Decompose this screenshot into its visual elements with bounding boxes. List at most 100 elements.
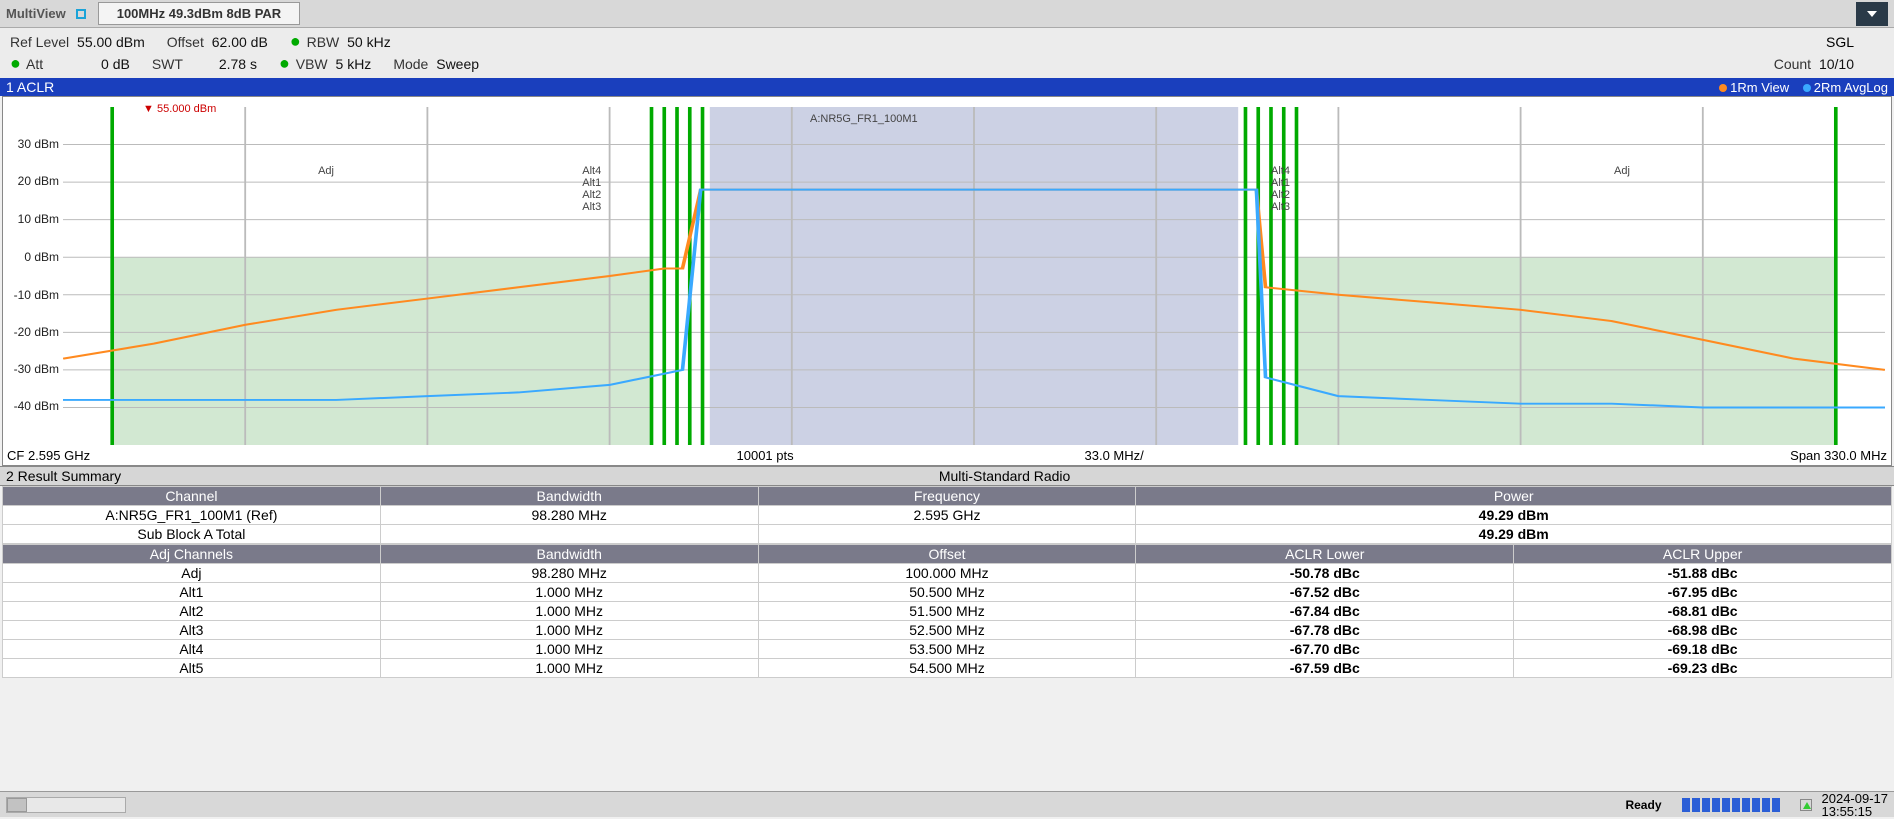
- col-header: ACLR Upper: [1514, 545, 1892, 564]
- table-cell: [380, 525, 758, 544]
- table-cell: -67.59 dBc: [1136, 659, 1514, 678]
- table-cell: [758, 525, 1136, 544]
- table-cell: 54.500 MHz: [758, 659, 1136, 678]
- table-row: Alt31.000 MHz52.500 MHz-67.78 dBc-68.98 …: [3, 621, 1892, 640]
- col-header: Offset: [758, 545, 1136, 564]
- adj-left-label: Adj: [318, 165, 334, 177]
- col-header: Frequency: [758, 487, 1136, 506]
- table-cell: 50.500 MHz: [758, 583, 1136, 602]
- menu-dropdown-button[interactable]: [1856, 2, 1888, 26]
- table-cell: 1.000 MHz: [380, 659, 758, 678]
- tab-main[interactable]: 100MHz 49.3dBm 8dB PAR: [98, 2, 300, 25]
- table-cell: 1.000 MHz: [380, 602, 758, 621]
- table-cell: 1.000 MHz: [380, 640, 758, 659]
- title-bar: MultiView 100MHz 49.3dBm 8dB PAR: [0, 0, 1894, 28]
- plot-canvas: ▼ 55.000 dBm A:NR5G_FR1_100M1 Adj Adj Al…: [63, 107, 1885, 445]
- table-cell: Adj: [3, 564, 381, 583]
- table-cell: Alt5: [3, 659, 381, 678]
- date-value: 2024-09-17: [1822, 792, 1889, 805]
- table-cell: Alt2: [3, 602, 381, 621]
- mode-value: Sweep: [436, 56, 479, 72]
- res-label: 33.0 MHz/: [1085, 448, 1144, 463]
- offset-label: Offset: [167, 34, 204, 50]
- table-cell: A:NR5G_FR1_100M1 (Ref): [3, 506, 381, 525]
- trace1-dot-icon: [1719, 84, 1727, 92]
- col-header: Power: [1136, 487, 1892, 506]
- y-tick: 10 dBm: [18, 212, 59, 226]
- table-cell: Alt1: [3, 583, 381, 602]
- table-cell: 49.29 dBm: [1136, 506, 1892, 525]
- parameter-panel: Ref Level 55.00 dBm Offset 62.00 dB ● RB…: [0, 28, 1894, 78]
- table-row: Alt11.000 MHz50.500 MHz-67.52 dBc-67.95 …: [3, 583, 1892, 602]
- rbw-value: 50 kHz: [347, 34, 391, 50]
- y-tick: 30 dBm: [18, 137, 59, 151]
- table-cell: 98.280 MHz: [380, 564, 758, 583]
- table-cell: 98.280 MHz: [380, 506, 758, 525]
- cf-label: CF 2.595 GHz: [7, 448, 90, 463]
- result-subtitle: Multi-Standard Radio: [121, 468, 1888, 484]
- table-cell: -67.84 dBc: [1136, 602, 1514, 621]
- chart-x-labels: CF 2.595 GHz 10001 pts 33.0 MHz/ Span 33…: [7, 448, 1887, 463]
- table-row: Alt21.000 MHz51.500 MHz-67.84 dBc-68.81 …: [3, 602, 1892, 621]
- status-dot-icon: ●: [279, 53, 290, 73]
- y-tick: -10 dBm: [14, 288, 59, 302]
- vbw-value: 5 kHz: [336, 56, 372, 72]
- ref-level-label: Ref Level: [10, 34, 69, 50]
- table-cell: 2.595 GHz: [758, 506, 1136, 525]
- y-tick: 20 dBm: [18, 174, 59, 188]
- horizontal-scrollbar[interactable]: [6, 797, 126, 813]
- table-cell: -68.98 dBc: [1514, 621, 1892, 640]
- mode-label: Mode: [393, 56, 428, 72]
- table-cell: -69.23 dBc: [1514, 659, 1892, 678]
- channel-table: ChannelBandwidthFrequencyPower A:NR5G_FR…: [2, 486, 1892, 544]
- adj-right-label: Adj: [1614, 165, 1630, 177]
- trace2-label: 2Rm AvgLog: [1814, 80, 1888, 95]
- table-cell: -67.95 dBc: [1514, 583, 1892, 602]
- table-row: Sub Block A Total49.29 dBm: [3, 525, 1892, 544]
- vbw-label: VBW: [296, 56, 328, 72]
- table-row: Adj98.280 MHz100.000 MHz-50.78 dBc-51.88…: [3, 564, 1892, 583]
- table-cell: 1.000 MHz: [380, 583, 758, 602]
- table-cell: 52.500 MHz: [758, 621, 1136, 640]
- chart-title: 1 ACLR: [6, 79, 54, 95]
- swt-label: SWT: [152, 56, 183, 72]
- table-cell: -68.81 dBc: [1514, 602, 1892, 621]
- trace-legend: 1Rm View 2Rm AvgLog: [1709, 80, 1888, 95]
- table-row: Alt41.000 MHz53.500 MHz-67.70 dBc-69.18 …: [3, 640, 1892, 659]
- trace2-dot-icon: [1803, 84, 1811, 92]
- table-cell: 49.29 dBm: [1136, 525, 1892, 544]
- y-tick: -20 dBm: [14, 325, 59, 339]
- chart-title-bar: 1 ACLR 1Rm View 2Rm AvgLog: [0, 78, 1894, 96]
- table-row: A:NR5G_FR1_100M1 (Ref)98.280 MHz2.595 GH…: [3, 506, 1892, 525]
- chevron-down-icon: [1867, 11, 1877, 17]
- datetime: 2024-09-17 13:55:15: [1822, 792, 1889, 818]
- col-header: Channel: [3, 487, 381, 506]
- table-cell: 51.500 MHz: [758, 602, 1136, 621]
- att-value: 0 dB: [101, 56, 130, 72]
- alt-labels-left: Alt4Alt1Alt2Alt3: [582, 165, 601, 213]
- progress-indicator: [1682, 798, 1780, 812]
- result-title: 2 Result Summary: [6, 468, 121, 484]
- channel-band-label: A:NR5G_FR1_100M1: [810, 113, 918, 125]
- ref-marker: ▼ 55.000 dBm: [143, 103, 216, 115]
- count-label: Count: [1774, 56, 1811, 72]
- plot-svg: [63, 107, 1885, 445]
- table-cell: 1.000 MHz: [380, 621, 758, 640]
- ref-level-value: 55.00 dBm: [77, 34, 145, 50]
- table-cell: -51.88 dBc: [1514, 564, 1892, 583]
- table-row: Alt51.000 MHz54.500 MHz-67.59 dBc-69.23 …: [3, 659, 1892, 678]
- table-cell: -50.78 dBc: [1136, 564, 1514, 583]
- sgl-indicator: SGL: [1826, 34, 1854, 50]
- table-cell: Alt4: [3, 640, 381, 659]
- alt-labels-right: Alt4Alt1Alt2Alt3: [1271, 165, 1290, 213]
- table-cell: 100.000 MHz: [758, 564, 1136, 583]
- status-dot-icon: ●: [290, 31, 301, 51]
- y-tick: 0 dBm: [24, 250, 59, 264]
- rbw-label: RBW: [307, 34, 340, 50]
- y-tick: -30 dBm: [14, 362, 59, 376]
- offset-value: 62.00 dB: [212, 34, 268, 50]
- table-cell: -67.78 dBc: [1136, 621, 1514, 640]
- spectrum-chart[interactable]: 30 dBm 20 dBm 10 dBm 0 dBm -10 dBm -20 d…: [2, 96, 1892, 466]
- pts-label: 10001 pts: [737, 448, 794, 463]
- results-table: ChannelBandwidthFrequencyPower A:NR5G_FR…: [2, 486, 1892, 678]
